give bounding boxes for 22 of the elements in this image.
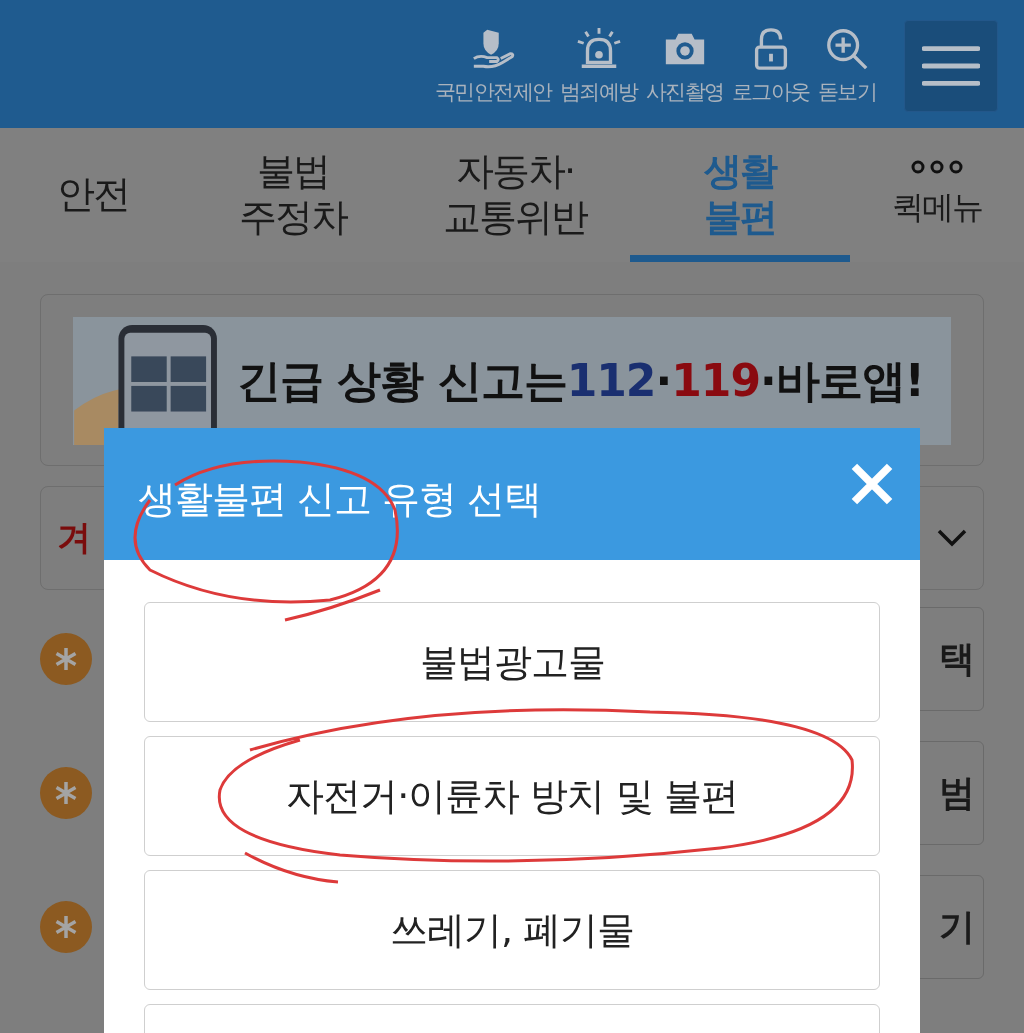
close-button[interactable] — [850, 462, 894, 506]
asterisk-icon — [40, 901, 92, 953]
close-icon — [850, 462, 894, 506]
asterisk-icon — [40, 767, 92, 819]
asterisk-icon — [40, 633, 92, 685]
quick-menu-button[interactable]: 퀵메뉴 — [850, 128, 1024, 262]
category-tab[interactable]: 안전 — [0, 128, 185, 262]
menu-icon — [922, 44, 980, 88]
shortcut-link[interactable]: 로그아웃 — [731, 26, 810, 106]
option-button[interactable]: 불법광고물 — [144, 602, 880, 722]
chevron-down-icon — [937, 529, 967, 547]
shortcut-link[interactable]: 돋보기 — [817, 26, 876, 106]
more-dots-icon — [911, 160, 963, 174]
category-tab[interactable]: 불법 주정차 — [185, 128, 400, 262]
category-tab[interactable]: 자동차· 교통위반 — [400, 128, 630, 262]
option-button[interactable]: 쓰레기, 폐기물 — [144, 870, 880, 990]
banner-headline: 긴급 상황 신고는112·119·바로앱! — [237, 353, 924, 408]
menu-button[interactable] — [904, 20, 998, 112]
option-button[interactable]: 자전거·이륜차 방치 및 불편 — [144, 736, 880, 856]
shortcut-link[interactable]: 범죄예방 — [559, 26, 638, 106]
shortcut-link[interactable]: 사진촬영 — [645, 26, 724, 106]
shortcut-link[interactable]: 국민안전제안 — [434, 26, 552, 106]
